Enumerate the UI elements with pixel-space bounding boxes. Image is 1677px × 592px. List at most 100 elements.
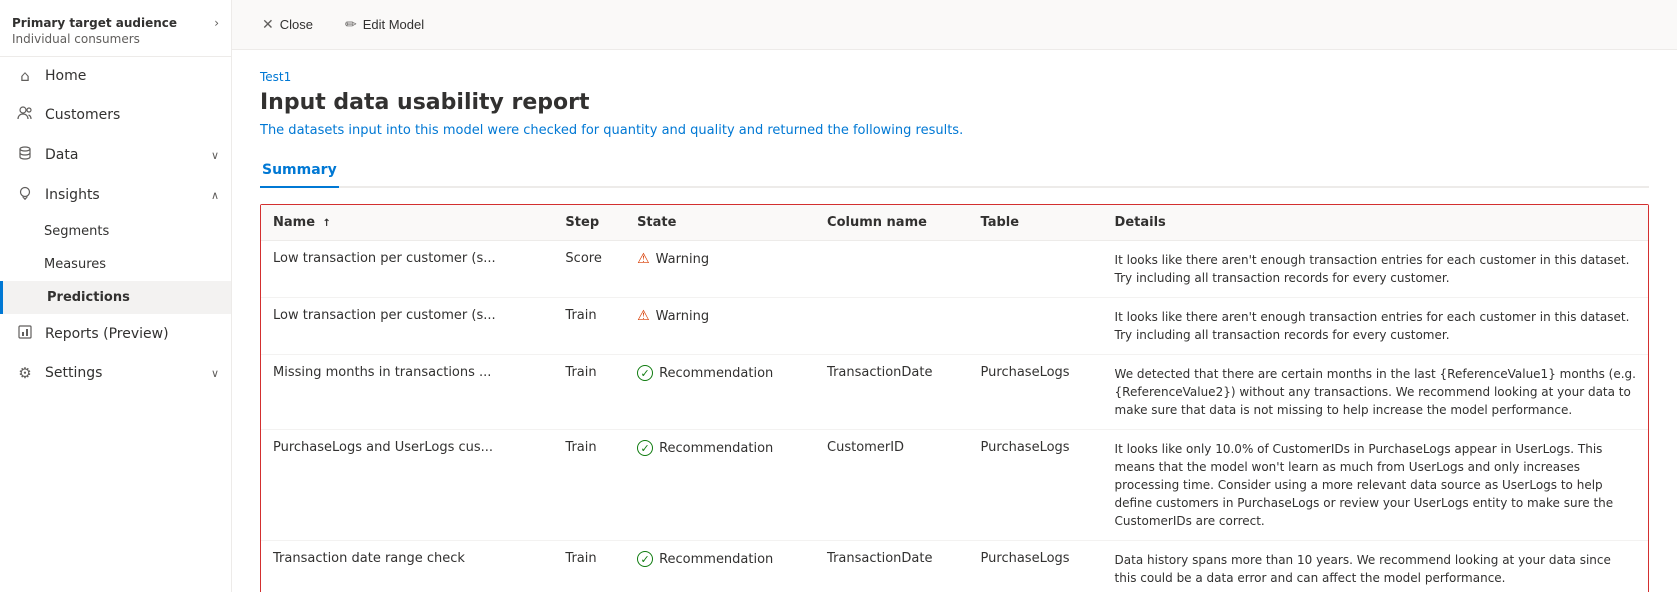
sidebar-item-label: Reports (Preview) <box>45 326 169 342</box>
col-header-state[interactable]: State <box>625 205 815 241</box>
table-row: Low transaction per customer (s...Score⚠… <box>261 241 1648 298</box>
cell-details: It looks like there aren't enough transa… <box>1103 241 1648 298</box>
cell-name: Missing months in transactions ... <box>261 355 553 430</box>
data-icon <box>15 145 35 165</box>
sort-arrow-icon: ↑ <box>323 218 331 229</box>
home-icon: ⌂ <box>15 67 35 85</box>
cell-table: PurchaseLogs <box>969 541 1103 592</box>
cell-details: It looks like there aren't enough transa… <box>1103 298 1648 355</box>
sidebar-item-settings[interactable]: ⚙ Settings ∨ <box>0 354 231 392</box>
sidebar-item-measures[interactable]: Measures <box>0 248 231 281</box>
sidebar-secondary-label: Individual consumers <box>12 32 219 46</box>
table-header-row: Name ↑ Step State Column name Table Deta… <box>261 205 1648 241</box>
cell-column-name <box>815 241 968 298</box>
sidebar-item-predictions[interactable]: Predictions <box>0 281 231 314</box>
cell-column-name <box>815 298 968 355</box>
cell-state: ✓ Recommendation <box>625 355 815 430</box>
cell-details: It looks like only 10.0% of CustomerIDs … <box>1103 430 1648 541</box>
recommendation-icon: ✓ <box>637 440 653 456</box>
col-header-details[interactable]: Details <box>1103 205 1648 241</box>
sidebar-item-label: Customers <box>45 107 120 123</box>
state-label: Warning <box>656 252 709 267</box>
close-button[interactable]: ✕ Close <box>256 12 319 37</box>
state-label: Recommendation <box>659 441 773 456</box>
state-label: Recommendation <box>659 366 773 381</box>
sidebar: Primary target audience › Individual con… <box>0 0 232 592</box>
sidebar-item-label: Predictions <box>47 290 130 305</box>
warning-icon: ⚠ <box>637 251 650 267</box>
main-content: ✕ Close ✏ Edit Model Test1 Input data us… <box>232 0 1677 592</box>
col-header-table[interactable]: Table <box>969 205 1103 241</box>
tabs: Summary <box>260 154 1649 188</box>
chevron-down-icon: ∨ <box>211 149 219 162</box>
table-row: PurchaseLogs and UserLogs cus...Train ✓ Re… <box>261 430 1648 541</box>
cell-step: Train <box>553 298 625 355</box>
close-label: Close <box>280 17 313 32</box>
topbar: ✕ Close ✏ Edit Model <box>232 0 1677 50</box>
insights-icon <box>15 185 35 205</box>
sidebar-header: Primary target audience › Individual con… <box>0 0 231 57</box>
edit-model-label: Edit Model <box>363 17 424 32</box>
chevron-down-icon: ∨ <box>211 367 219 380</box>
cell-column-name: CustomerID <box>815 430 968 541</box>
cell-table <box>969 241 1103 298</box>
edit-model-button[interactable]: ✏ Edit Model <box>339 12 430 37</box>
customers-icon <box>15 105 35 125</box>
cell-state: ⚠ Warning <box>625 241 815 298</box>
table-row: Missing months in transactions ...Train✓… <box>261 355 1648 430</box>
data-table: Name ↑ Step State Column name Table Deta… <box>261 205 1648 592</box>
close-icon: ✕ <box>262 16 274 33</box>
cell-name: Low transaction per customer (s... <box>261 298 553 355</box>
sidebar-item-insights[interactable]: Insights ∧ <box>0 175 231 215</box>
sidebar-item-reports[interactable]: Reports (Preview) <box>0 314 231 354</box>
table-row: Transaction date range checkTrain ✓ Recomm… <box>261 541 1648 592</box>
cell-step: Train <box>553 430 625 541</box>
page-title: Input data usability report <box>260 90 1649 115</box>
sidebar-item-data[interactable]: Data ∨ <box>0 135 231 175</box>
cell-details: Data history spans more than 10 years. W… <box>1103 541 1648 592</box>
cell-table <box>969 298 1103 355</box>
col-header-column-name[interactable]: Column name <box>815 205 968 241</box>
recommendation-icon: ✓ <box>637 551 653 567</box>
cell-column-name: TransactionDate <box>815 355 968 430</box>
data-table-container: Name ↑ Step State Column name Table Deta… <box>260 204 1649 592</box>
sidebar-item-home[interactable]: ⌂ Home <box>0 57 231 95</box>
cell-table: PurchaseLogs <box>969 355 1103 430</box>
breadcrumb: Test1 <box>260 70 1649 84</box>
reports-icon <box>15 324 35 344</box>
sidebar-chevron-icon[interactable]: › <box>214 16 219 30</box>
state-label: Warning <box>656 309 709 324</box>
cell-details: We detected that there are certain month… <box>1103 355 1648 430</box>
col-header-name[interactable]: Name ↑ <box>261 205 553 241</box>
sidebar-item-label: Insights <box>45 187 100 203</box>
cell-step: Train <box>553 541 625 592</box>
cell-state: ✓ Recommendation <box>625 541 815 592</box>
sidebar-item-segments[interactable]: Segments <box>0 215 231 248</box>
cell-step: Train <box>553 355 625 430</box>
cell-column-name: TransactionDate <box>815 541 968 592</box>
page-description: The datasets input into this model were … <box>260 123 1649 138</box>
sidebar-item-label: Measures <box>44 257 106 272</box>
settings-icon: ⚙ <box>15 364 35 382</box>
chevron-up-icon: ∧ <box>211 189 219 202</box>
sidebar-item-customers[interactable]: Customers <box>0 95 231 135</box>
sidebar-item-label: Data <box>45 147 78 163</box>
cell-state: ⚠ Warning <box>625 298 815 355</box>
edit-icon: ✏ <box>345 16 357 33</box>
table-row: Low transaction per customer (s...Train⚠… <box>261 298 1648 355</box>
cell-name: Transaction date range check <box>261 541 553 592</box>
cell-name: PurchaseLogs and UserLogs cus... <box>261 430 553 541</box>
sidebar-item-label: Settings <box>45 365 102 381</box>
recommendation-icon: ✓ <box>637 365 653 381</box>
tab-summary[interactable]: Summary <box>260 154 339 188</box>
cell-state: ✓ Recommendation <box>625 430 815 541</box>
col-header-step[interactable]: Step <box>553 205 625 241</box>
cell-name: Low transaction per customer (s... <box>261 241 553 298</box>
cell-table: PurchaseLogs <box>969 430 1103 541</box>
cell-step: Score <box>553 241 625 298</box>
sidebar-item-label: Home <box>45 68 86 84</box>
content-area: Test1 Input data usability report The da… <box>232 50 1677 592</box>
state-label: Recommendation <box>659 552 773 567</box>
sidebar-item-label: Segments <box>44 224 109 239</box>
warning-icon: ⚠ <box>637 308 650 324</box>
